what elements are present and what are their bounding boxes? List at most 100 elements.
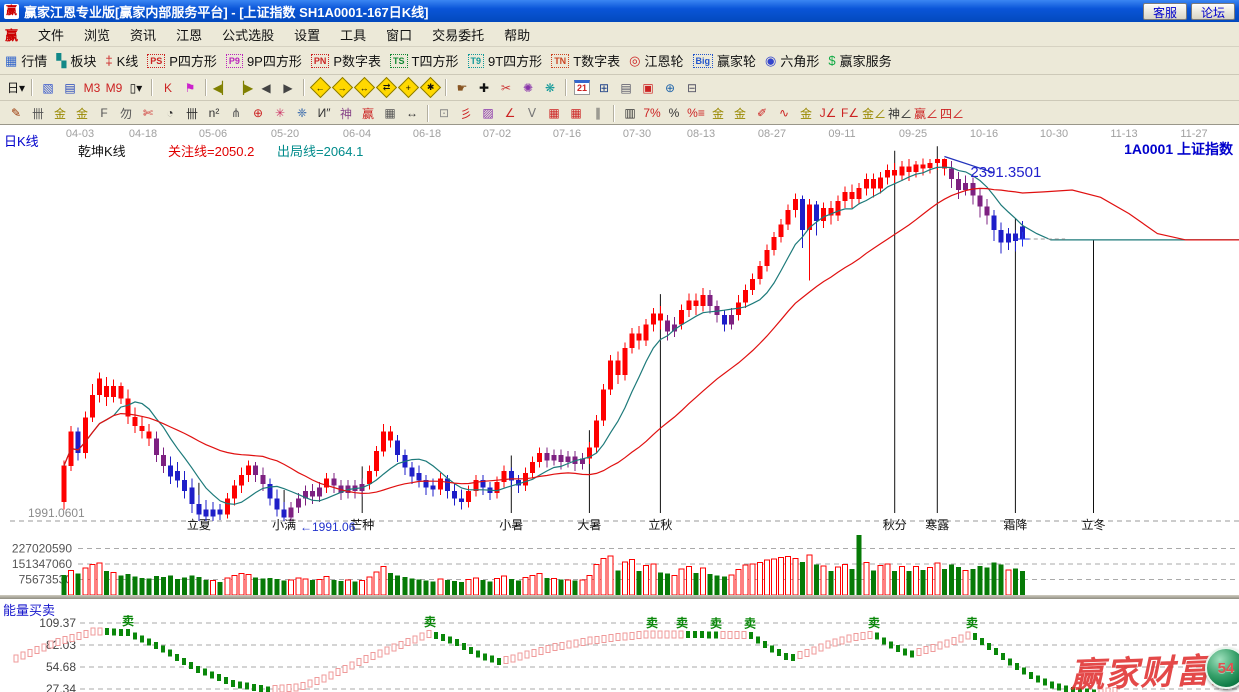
rays-red-icon[interactable]: 彡 xyxy=(456,104,476,123)
t-square-button[interactable]: TST四方形 xyxy=(390,51,458,70)
calculator-icon[interactable]: ⊞ xyxy=(594,78,614,97)
width-measure-icon[interactable]: ↔ xyxy=(402,104,422,123)
percent-lines-icon[interactable]: %≡ xyxy=(686,104,706,123)
shen-grid-icon[interactable]: 神 xyxy=(336,104,356,123)
percent-retrace-icon[interactable]: 7% xyxy=(642,104,662,123)
p-square-button[interactable]: PSP四方形 xyxy=(147,51,217,70)
drag-hand-icon[interactable]: ☛ xyxy=(452,78,472,97)
diamond-expand-icon[interactable]: ↔ xyxy=(354,78,374,97)
grid-red-2-icon[interactable]: ▦ xyxy=(566,104,586,123)
draw-pen-icon[interactable]: ✎ xyxy=(6,104,26,123)
winner-service-button[interactable]: $赢家服务 xyxy=(828,51,891,70)
menu-item-10[interactable]: 帮助 xyxy=(494,26,540,45)
gold-circle-icon[interactable]: 金 xyxy=(708,104,728,123)
ying-angle-icon[interactable]: 赢∠ xyxy=(914,104,938,123)
first-page-icon[interactable]: ◀▏ xyxy=(212,78,232,97)
percent-icon[interactable]: % xyxy=(664,104,684,123)
web-star-icon[interactable]: ✳ xyxy=(270,104,290,123)
diamond-swap-icon[interactable]: ⇄ xyxy=(376,78,396,97)
knife-icon[interactable]: ✄ xyxy=(138,104,158,123)
mini-chart-9-icon[interactable]: M9 xyxy=(104,78,124,97)
prev-icon[interactable]: ◀ xyxy=(256,78,276,97)
comb-2-icon[interactable]: 卌 xyxy=(182,104,202,123)
p-table-button[interactable]: PNP数字表 xyxy=(311,51,381,70)
wave-band-icon[interactable]: ∿ xyxy=(774,104,794,123)
pane-splitter[interactable] xyxy=(0,595,1239,599)
kline-toggle-icon[interactable]: K xyxy=(158,78,178,97)
brush-icon[interactable]: ✐ xyxy=(752,104,772,123)
f-grid-icon[interactable]: F xyxy=(94,104,114,123)
candle-style-dropdown[interactable]: ▯▾ xyxy=(126,78,146,97)
gold-line-icon[interactable]: 金 xyxy=(730,104,750,123)
last-page-icon[interactable]: ▕▶ xyxy=(234,78,254,97)
hexagon-button[interactable]: ◉六角形 xyxy=(765,51,819,70)
menu-item-3[interactable]: 资讯 xyxy=(120,26,166,45)
fan-icon[interactable]: ∠ xyxy=(500,104,520,123)
sectors-button[interactable]: ▚板块 xyxy=(56,51,96,70)
four-angle-icon[interactable]: 四∠ xyxy=(940,104,964,123)
gold-grid-1-icon[interactable]: 金 xyxy=(50,104,70,123)
indicator-flag-icon[interactable]: ⚑ xyxy=(180,78,200,97)
gold-angle-icon[interactable]: 金∠ xyxy=(862,104,886,123)
menu-item-6[interactable]: 设置 xyxy=(284,26,330,45)
scissors-icon[interactable]: ✂ xyxy=(496,78,516,97)
gold-grid-2-icon[interactable]: 金 xyxy=(72,104,92,123)
printer-icon[interactable]: ⊟ xyxy=(682,78,702,97)
diamond-cross-icon[interactable]: + xyxy=(398,78,418,97)
time-circle-icon[interactable]: ◔ xyxy=(160,104,180,123)
winner-wheel-button[interactable]: Big赢家轮 xyxy=(693,51,757,70)
period-day-dropdown[interactable]: 日▾ xyxy=(6,78,26,97)
quotes-button[interactable]: ▦行情 xyxy=(5,51,47,70)
diamond-right-icon[interactable]: → xyxy=(332,78,352,97)
gold-triple-icon[interactable]: 金 xyxy=(796,104,816,123)
9t-square-button[interactable]: T99T四方形 xyxy=(468,51,543,70)
svg-text:07-16: 07-16 xyxy=(553,128,581,140)
crosshair-icon[interactable]: ✚ xyxy=(474,78,494,97)
menu-item-4[interactable]: 江恩 xyxy=(166,26,212,45)
floating-badge[interactable]: 54 xyxy=(1205,647,1239,689)
circle-cross-icon[interactable]: ⊕ xyxy=(248,104,268,123)
n-squared-icon[interactable]: n² xyxy=(204,104,224,123)
9p-square-button[interactable]: P99P四方形 xyxy=(226,51,302,70)
menu-item-5[interactable]: 公式选股 xyxy=(212,26,284,45)
parallel-lines-icon[interactable]: ∥ xyxy=(588,104,608,123)
diamond-left-icon[interactable]: ← xyxy=(310,78,330,97)
web-grid-icon[interactable]: ❈ xyxy=(292,104,312,123)
menu-item-9[interactable]: 交易委托 xyxy=(422,26,494,45)
next-icon[interactable]: ▶ xyxy=(278,78,298,97)
spiral-icon[interactable]: 勿 xyxy=(116,104,136,123)
v-wave-icon[interactable]: Ⅴ xyxy=(522,104,542,123)
rays-box-icon[interactable]: ▨ xyxy=(478,104,498,123)
menu-item-2[interactable]: 浏览 xyxy=(74,26,120,45)
j-angle-icon[interactable]: J∠ xyxy=(818,104,838,123)
gann-comb-icon[interactable]: 卌 xyxy=(28,104,48,123)
diamond-star-icon[interactable]: ✱ xyxy=(420,78,440,97)
indicator-ticks xyxy=(14,628,1117,692)
gann-wheel-button[interactable]: ◎江恩轮 xyxy=(629,51,683,70)
calendar-icon[interactable]: 21 xyxy=(572,78,592,97)
forum-button[interactable]: 论坛 xyxy=(1191,3,1235,20)
customer-service-button[interactable]: 客服 xyxy=(1143,3,1187,20)
box-measure-icon[interactable]: ⊡ xyxy=(434,104,454,123)
shen-angle-icon[interactable]: 神∠ xyxy=(888,104,912,123)
ying-grid-icon[interactable]: 赢 xyxy=(358,104,378,123)
volume-stats-icon[interactable]: ▥ xyxy=(620,104,640,123)
gann-mind-teal-icon[interactable]: ❋ xyxy=(540,78,560,97)
menu-item-1[interactable]: 文件 xyxy=(28,26,74,45)
menu-item-8[interactable]: 窗口 xyxy=(376,26,422,45)
ruler-grid-icon[interactable]: ▦ xyxy=(380,104,400,123)
save-icon[interactable]: ▣ xyxy=(638,78,658,97)
grid-red-icon[interactable]: ▦ xyxy=(544,104,564,123)
v-mark-icon[interactable]: И″ xyxy=(314,104,334,123)
t-table-button[interactable]: TNT数字表 xyxy=(551,51,620,70)
menu-item-7[interactable]: 工具 xyxy=(330,26,376,45)
f-angle-icon[interactable]: F∠ xyxy=(840,104,860,123)
kline-button[interactable]: ‡K线 xyxy=(105,51,138,70)
info-list-icon[interactable]: ▤ xyxy=(60,78,80,97)
gann-mind-purple-icon[interactable]: ✺ xyxy=(518,78,538,97)
pitchfork-icon[interactable]: ⋔ xyxy=(226,104,246,123)
mini-chart-3-icon[interactable]: M3 xyxy=(82,78,102,97)
network-icon[interactable]: ⊕ xyxy=(660,78,680,97)
notes-icon[interactable]: ▤ xyxy=(616,78,636,97)
pattern-view-icon[interactable]: ▧ xyxy=(38,78,58,97)
